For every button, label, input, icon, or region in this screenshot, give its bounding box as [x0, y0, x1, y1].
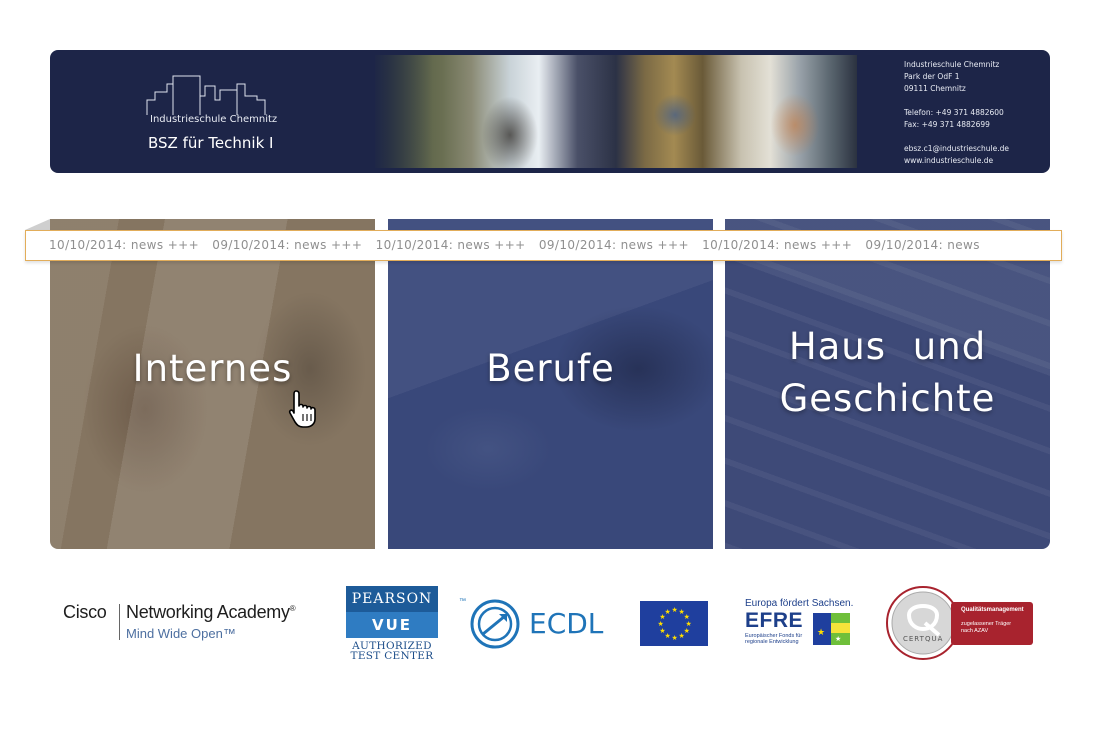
- pearson-line2: TEST CENTER: [350, 650, 434, 662]
- ticker-item[interactable]: 09/10/2014: news +++: [212, 238, 362, 252]
- eu-star-icon: ★: [679, 632, 685, 640]
- eu-flag-icon[interactable]: ★★★★★★★★★ ★ ★★: [640, 601, 708, 646]
- contact-city: 09111 Chemnitz: [904, 84, 966, 93]
- cisco-networking-academy-logo[interactable]: Cisco Networking Academy® Mind Wide Open…: [63, 602, 333, 646]
- contact-school: Industrieschule Chemnitz: [904, 60, 1000, 69]
- logo-title: BSZ für Technik I: [148, 134, 274, 152]
- efre-logo[interactable]: Europa fördert Sachsen. EFRE Europäische…: [745, 598, 855, 648]
- tile-berufe[interactable]: Berufe: [388, 219, 713, 549]
- eu-star-icon: ★: [684, 613, 690, 621]
- pearson-product: VUE: [346, 612, 438, 638]
- cisco-slogan: Mind Wide Open™: [126, 626, 236, 641]
- eu-star-icon: ★: [658, 620, 664, 628]
- certqua-band1: Qualitätsmanagement: [961, 607, 1024, 613]
- ticker-item[interactable]: 09/10/2014: news +++: [539, 238, 689, 252]
- tile-internes[interactable]: Internes: [50, 219, 375, 549]
- certqua-name: CERTQUA: [903, 635, 944, 643]
- school-skyline-icon: [146, 75, 266, 115]
- certqua-band3: nach AZAV: [961, 628, 989, 634]
- ticker-item[interactable]: 10/10/2014: news +++: [49, 238, 199, 252]
- cisco-divider: [119, 604, 120, 640]
- school-logo[interactable]: Industrieschule Chemnitz BSZ für Technik…: [50, 50, 375, 173]
- contact-phone: Telefon: +49 371 4882600: [904, 108, 1004, 117]
- eu-star-icon: ★: [672, 606, 678, 614]
- efre-flag-icon: ★ ★: [813, 613, 850, 645]
- contact-block: Industrieschule Chemnitz Park der OdF 1 …: [904, 59, 1044, 167]
- ticker-item[interactable]: 10/10/2014: news +++: [702, 238, 852, 252]
- eu-star-icon: ★: [659, 627, 665, 635]
- contact-web-link[interactable]: www.industrieschule.de: [904, 155, 1044, 167]
- contact-fax: Fax: +49 371 4882699: [904, 120, 990, 129]
- certqua-seal-icon: [886, 586, 960, 660]
- ticker-item[interactable]: 10/10/2014: news +++: [376, 238, 526, 252]
- ecdl-globe-icon: [470, 599, 520, 649]
- eu-star-icon: ★: [672, 634, 678, 642]
- logo-school-name: Industrieschule Chemnitz: [150, 114, 278, 125]
- news-ticker[interactable]: 10/10/2014: news +++ 09/10/2014: news ++…: [25, 230, 1062, 261]
- ecdl-logo[interactable]: ™ ECDL: [459, 598, 609, 650]
- svg-text:★: ★: [817, 628, 825, 638]
- certqua-band2: zugelassener Träger: [961, 621, 1012, 627]
- tile-haus-title-line2: Geschichte: [779, 377, 996, 420]
- tile-haus-title: Haus und Geschichte: [725, 321, 1050, 425]
- cisco-brand: Cisco: [63, 602, 107, 622]
- hand-pointer-cursor-icon: [288, 390, 316, 428]
- tile-haus-und-geschichte[interactable]: Haus und Geschichte: [725, 219, 1050, 549]
- eu-star-icon: ★: [665, 608, 671, 616]
- contact-email-link[interactable]: ebsz.c1@industrieschule.de: [904, 143, 1044, 155]
- tile-haus-title-line1: Haus und: [788, 325, 987, 368]
- ecdl-name: ECDL: [529, 607, 604, 640]
- certqua-logo[interactable]: Qualitätsmanagement zugelassener Träger …: [885, 585, 1035, 661]
- efre-top: Europa fördert Sachsen.: [745, 598, 854, 609]
- ticker-text: 10/10/2014: news +++ 09/10/2014: news ++…: [49, 238, 989, 252]
- efre-name: EFRE: [745, 609, 804, 632]
- pearson-vue-logo[interactable]: PEARSON VUE AUTHORIZED TEST CENTER: [346, 586, 438, 662]
- efre-sub2: regionale Entwicklung: [745, 639, 799, 645]
- ticker-item[interactable]: 09/10/2014: news: [865, 238, 979, 252]
- pearson-brand: PEARSON: [346, 586, 438, 612]
- contact-street: Park der OdF 1: [904, 72, 960, 81]
- cisco-product: Networking Academy®: [126, 602, 296, 622]
- tile-berufe-title: Berufe: [486, 347, 615, 390]
- ecdl-tm: ™: [459, 598, 466, 605]
- svg-text:★: ★: [835, 635, 841, 643]
- ticker-fold: [25, 219, 50, 230]
- tile-internes-title: Internes: [132, 347, 293, 390]
- header-photo-collage: [375, 55, 857, 168]
- header-banner: Industrieschule Chemnitz BSZ für Technik…: [50, 50, 1050, 173]
